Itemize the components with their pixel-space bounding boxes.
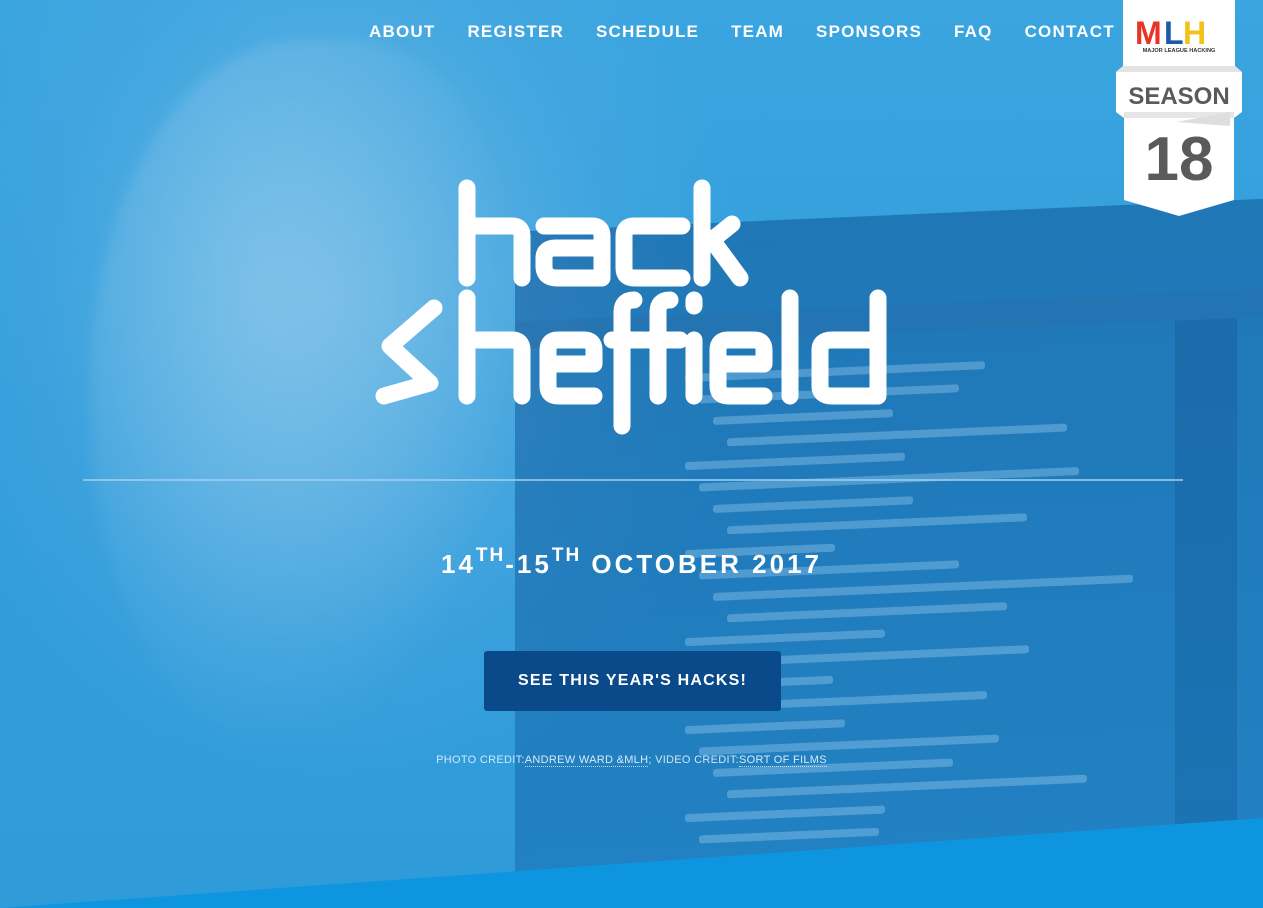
see-hacks-button[interactable]: SEE THIS YEAR'S HACKS! <box>484 651 781 711</box>
background-code-line <box>685 719 845 735</box>
mlh-logo: M L H MAJOR LEAGUE HACKING <box>1135 15 1215 54</box>
date-day2: 15 <box>516 549 552 579</box>
background-code-line <box>727 513 1027 535</box>
season-label: SEASON <box>1128 83 1229 110</box>
video-credit-label: VIDEO CREDIT: <box>655 754 740 766</box>
nav-sponsors[interactable]: SPONSORS <box>816 22 922 42</box>
background-code-line <box>699 827 879 844</box>
background-code-line <box>685 452 905 471</box>
background-code-line <box>727 602 1007 623</box>
background-code-line <box>685 629 885 647</box>
date-sup2: TH <box>551 545 582 566</box>
background-code-line <box>727 774 1087 799</box>
nav-register[interactable]: REGISTER <box>467 22 564 42</box>
nav-schedule[interactable]: SCHEDULE <box>596 22 699 42</box>
logo-line1-text: hack <box>372 178 375 179</box>
nav-contact[interactable]: CONTACT <box>1025 22 1115 42</box>
background-code-line <box>713 496 913 513</box>
date-month-year: OCTOBER 2017 <box>581 549 822 579</box>
svg-text:M: M <box>1135 15 1160 51</box>
nav-faq[interactable]: FAQ <box>954 22 993 42</box>
date-sup1: TH <box>475 545 506 566</box>
date-day1: 14 <box>441 549 476 579</box>
divider <box>83 479 1183 481</box>
video-credit-link[interactable]: SORT OF FILMS <box>739 754 827 767</box>
svg-text:MAJOR LEAGUE HACKING: MAJOR LEAGUE HACKING <box>1143 48 1216 54</box>
main-nav: ABOUT REGISTER SCHEDULE TEAM SPONSORS FA… <box>369 22 1115 42</box>
background-code-line <box>699 734 999 756</box>
media-credits: PHOTO CREDIT:ANDREW WARD &MLH; VIDEO CRE… <box>0 754 1263 767</box>
logo-line2-text: sheffield <box>372 178 377 179</box>
nav-about[interactable]: ABOUT <box>369 22 435 42</box>
nav-team[interactable]: TEAM <box>731 22 784 42</box>
svg-text:H: H <box>1183 15 1206 51</box>
svg-text:L: L <box>1164 15 1184 51</box>
event-date: 14TH-15TH OCTOBER 2017 <box>0 545 1263 580</box>
photo-credit-link[interactable]: ANDREW WARD &MLH <box>524 754 649 767</box>
mlh-season-badge[interactable]: M L H MAJOR LEAGUE HACKING SEASON 18 <box>1116 0 1242 218</box>
hero-background <box>0 0 1263 908</box>
hack-sheffield-logo: hack sheffield <box>372 178 887 435</box>
photo-credit-label: PHOTO CREDIT: <box>436 754 525 766</box>
background-code-line <box>685 805 885 823</box>
date-separator: - <box>505 549 517 579</box>
season-number: 18 <box>1145 125 1214 194</box>
